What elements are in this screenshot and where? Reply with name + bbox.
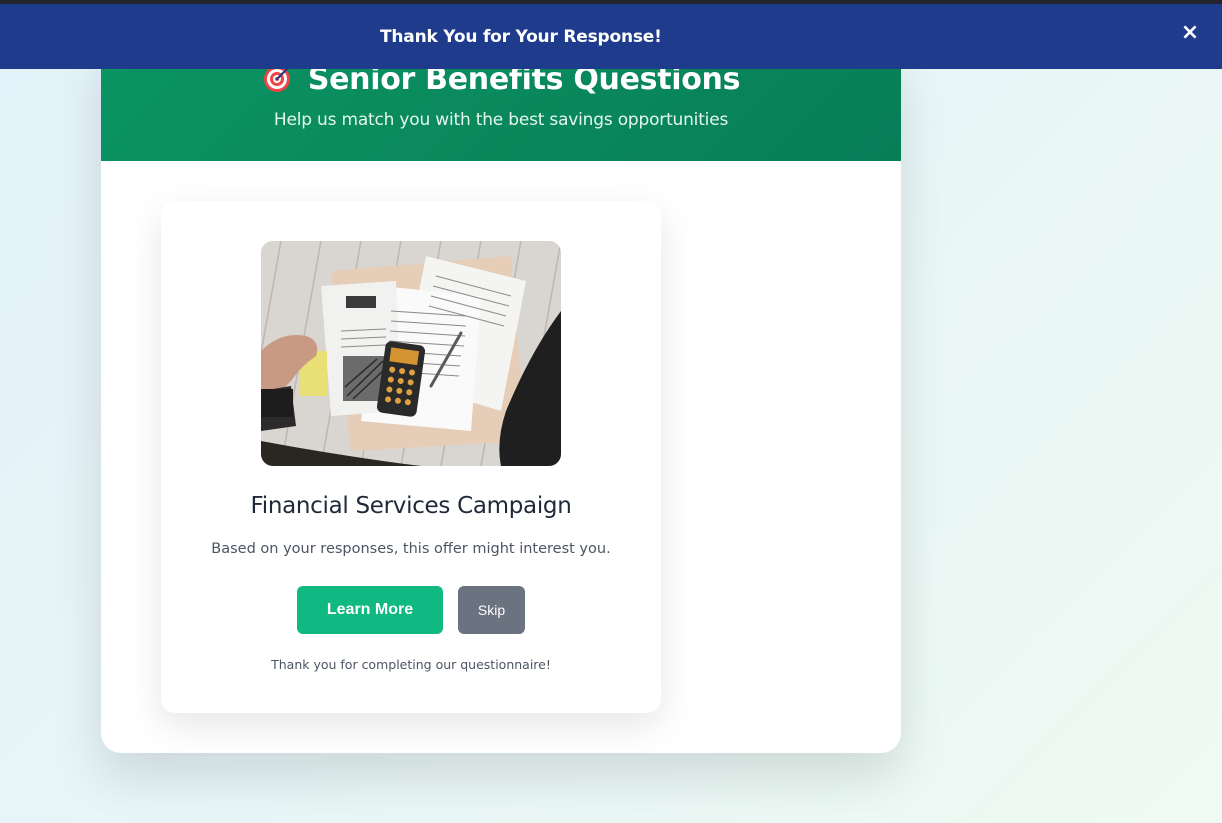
- questionnaire-modal: Senior Benefits Questions Help us match …: [101, 40, 901, 753]
- tax-documents-photo: [261, 241, 561, 466]
- learn-more-button[interactable]: Learn More: [297, 586, 443, 634]
- offer-description: Based on your responses, this offer migh…: [211, 541, 611, 557]
- offer-image: [261, 241, 561, 466]
- completion-message: Thank you for completing our questionnai…: [271, 657, 551, 672]
- close-icon[interactable]: ×: [1179, 20, 1201, 46]
- notification-bar: Thank You for Your Response! ×: [0, 4, 1222, 69]
- page-subtitle: Help us match you with the best savings …: [273, 110, 729, 130]
- offer-title: Financial Services Campaign: [250, 493, 572, 519]
- offer-card: Financial Services Campaign Based on you…: [161, 201, 661, 713]
- skip-button[interactable]: Skip: [458, 586, 525, 634]
- notification-message: Thank You for Your Response!: [380, 27, 662, 47]
